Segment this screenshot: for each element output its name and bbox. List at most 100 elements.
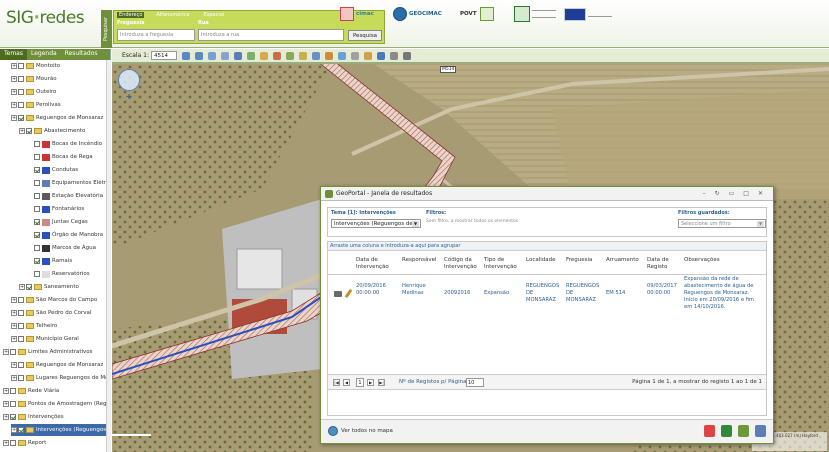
layer-node[interactable]: Equipamentos Elétricos — [27, 177, 106, 189]
first-page-icon[interactable]: |◀ — [333, 379, 340, 386]
layer-checkbox[interactable] — [10, 414, 16, 420]
layer-node[interactable]: Bocas de Rega — [27, 151, 93, 163]
expand-toggle-icon[interactable]: + — [11, 362, 17, 368]
expand-toggle-icon[interactable]: + — [11, 336, 17, 342]
page-number[interactable]: 1 — [356, 378, 364, 387]
col-responsavel[interactable]: Responsável — [402, 257, 440, 264]
layer-checkbox[interactable] — [34, 245, 40, 251]
layer-checkbox[interactable] — [34, 180, 40, 186]
layer-node[interactable]: + Mourão — [11, 73, 57, 85]
layer-checkbox[interactable] — [34, 193, 40, 199]
col-data-registo[interactable]: Data de Registo — [647, 257, 679, 271]
layer-checkbox[interactable] — [26, 284, 32, 290]
layer-node[interactable]: + Abastecimento — [19, 125, 85, 137]
zoom-to-feature-icon[interactable] — [334, 291, 342, 297]
export-shapefile-icon[interactable] — [738, 425, 749, 437]
layer-node[interactable]: + São Marcos do Campo — [11, 294, 97, 306]
search-icon[interactable] — [311, 51, 320, 60]
expand-toggle-icon[interactable]: + — [11, 63, 17, 69]
group-drop-zone[interactable]: Arraste uma coluna e introduza-a aqui pa… — [328, 242, 766, 251]
globe-icon[interactable] — [337, 51, 346, 60]
chevron-down-icon[interactable]: ▼ — [757, 221, 764, 227]
layer-checkbox[interactable] — [34, 232, 40, 238]
results-titlebar[interactable]: GeoPortal - Janela de resultados – ↻ ▭ □… — [321, 187, 773, 201]
col-freguesia[interactable]: Freguesia — [566, 257, 604, 264]
zoom-out-icon[interactable] — [194, 51, 203, 60]
minimize-icon[interactable]: – — [703, 190, 706, 197]
layer-node[interactable]: Bocas de Incêndio — [27, 138, 102, 150]
layer-node[interactable]: Órgão de Manobra — [27, 229, 103, 241]
layers-icon[interactable] — [324, 51, 333, 60]
layer-checkbox[interactable] — [18, 102, 24, 108]
layer-checkbox[interactable] — [18, 297, 24, 303]
refresh-icon[interactable]: ↻ — [715, 190, 720, 197]
expand-toggle-icon[interactable]: + — [11, 89, 17, 95]
expand-toggle-icon[interactable]: + — [11, 375, 17, 381]
tab-temas[interactable]: Temas — [0, 49, 27, 60]
layer-node[interactable]: Juntas Cegas — [27, 216, 88, 228]
expand-toggle-icon[interactable]: + — [11, 115, 17, 121]
layer-node[interactable]: + Município Geral — [11, 333, 79, 345]
search-side-label[interactable]: Pesquisar — [101, 10, 112, 48]
view-all-on-map-button[interactable]: Ver todos no mapa — [341, 428, 393, 434]
measure-area-icon[interactable] — [272, 51, 281, 60]
print-icon[interactable] — [755, 425, 766, 437]
col-data-intervencao[interactable]: Data de Intervenção — [356, 257, 394, 271]
expand-toggle-icon[interactable]: + — [11, 297, 17, 303]
expand-toggle-icon[interactable]: + — [3, 349, 9, 355]
layer-checkbox[interactable] — [18, 63, 24, 69]
layer-checkbox[interactable] — [34, 141, 40, 147]
freguesia-input[interactable]: Introduza a freguesia — [117, 29, 195, 41]
saved-filters-select[interactable]: Seleccione um filtro ▼ — [678, 219, 766, 228]
layer-checkbox[interactable] — [34, 167, 40, 173]
close-icon[interactable]: ✕ — [758, 190, 763, 197]
export-pdf-icon[interactable] — [704, 425, 715, 437]
settings-icon[interactable] — [389, 51, 398, 60]
previous-view-icon[interactable] — [246, 51, 255, 60]
layer-node[interactable]: + Perolivas — [11, 99, 61, 111]
col-arruamento[interactable]: Arruamento — [606, 257, 644, 264]
per-page-select[interactable]: 10 — [466, 378, 484, 387]
zoom-in-button[interactable]: + — [125, 93, 133, 101]
expand-toggle-icon[interactable]: + — [11, 76, 17, 82]
layer-node[interactable]: + Lugares Reguengos de Monsaraz — [11, 372, 106, 384]
layer-checkbox[interactable] — [34, 154, 40, 160]
sig-redes-logo[interactable]: SIG·redes — [6, 8, 85, 28]
layer-node[interactable]: Estação Elevatória — [27, 190, 103, 202]
tab-endereco[interactable]: Endereço — [117, 12, 145, 18]
zoom-box-icon[interactable] — [220, 51, 229, 60]
prev-page-icon[interactable]: ◀ — [343, 379, 350, 386]
layer-node[interactable]: + Report — [3, 437, 46, 449]
chevron-down-icon[interactable]: ▼ — [412, 221, 419, 227]
layer-checkbox[interactable] — [18, 310, 24, 316]
zoom-extent-icon[interactable] — [207, 51, 216, 60]
col-codigo[interactable]: Código da Intervenção — [444, 257, 482, 271]
select-icon[interactable] — [298, 51, 307, 60]
layer-node[interactable]: Reservatórios — [27, 268, 90, 280]
edit-pencil-icon[interactable] — [344, 288, 353, 299]
layer-checkbox[interactable] — [18, 427, 24, 433]
layer-checkbox[interactable] — [18, 323, 24, 329]
expand-toggle-icon[interactable]: + — [3, 440, 9, 446]
measure-distance-icon[interactable] — [259, 51, 268, 60]
expand-toggle-icon[interactable]: + — [19, 284, 25, 290]
layer-checkbox[interactable] — [18, 362, 24, 368]
pan-control[interactable] — [118, 69, 140, 91]
layer-checkbox[interactable] — [10, 401, 16, 407]
layer-checkbox[interactable] — [34, 219, 40, 225]
layer-node[interactable]: + Limites Administrativos — [3, 346, 93, 358]
expand-toggle-icon[interactable]: + — [19, 128, 25, 134]
layer-node[interactable]: Fontanários — [27, 203, 84, 215]
export-icon[interactable] — [402, 51, 411, 60]
layer-node[interactable]: + Intervenções (Reguengos) — [11, 424, 106, 436]
layer-checkbox[interactable] — [10, 440, 16, 446]
expand-toggle-icon[interactable]: + — [3, 414, 9, 420]
expand-toggle-icon[interactable]: + — [11, 310, 17, 316]
layer-checkbox[interactable] — [18, 336, 24, 342]
layer-checkbox[interactable] — [34, 271, 40, 277]
layer-checkbox[interactable] — [26, 128, 32, 134]
print-icon[interactable] — [350, 51, 359, 60]
table-row[interactable]: 20/09/2016 00:00:00 Henrique Medinas 200… — [328, 276, 766, 318]
layer-checkbox[interactable] — [18, 375, 24, 381]
tab-legenda[interactable]: Legenda — [27, 49, 61, 60]
